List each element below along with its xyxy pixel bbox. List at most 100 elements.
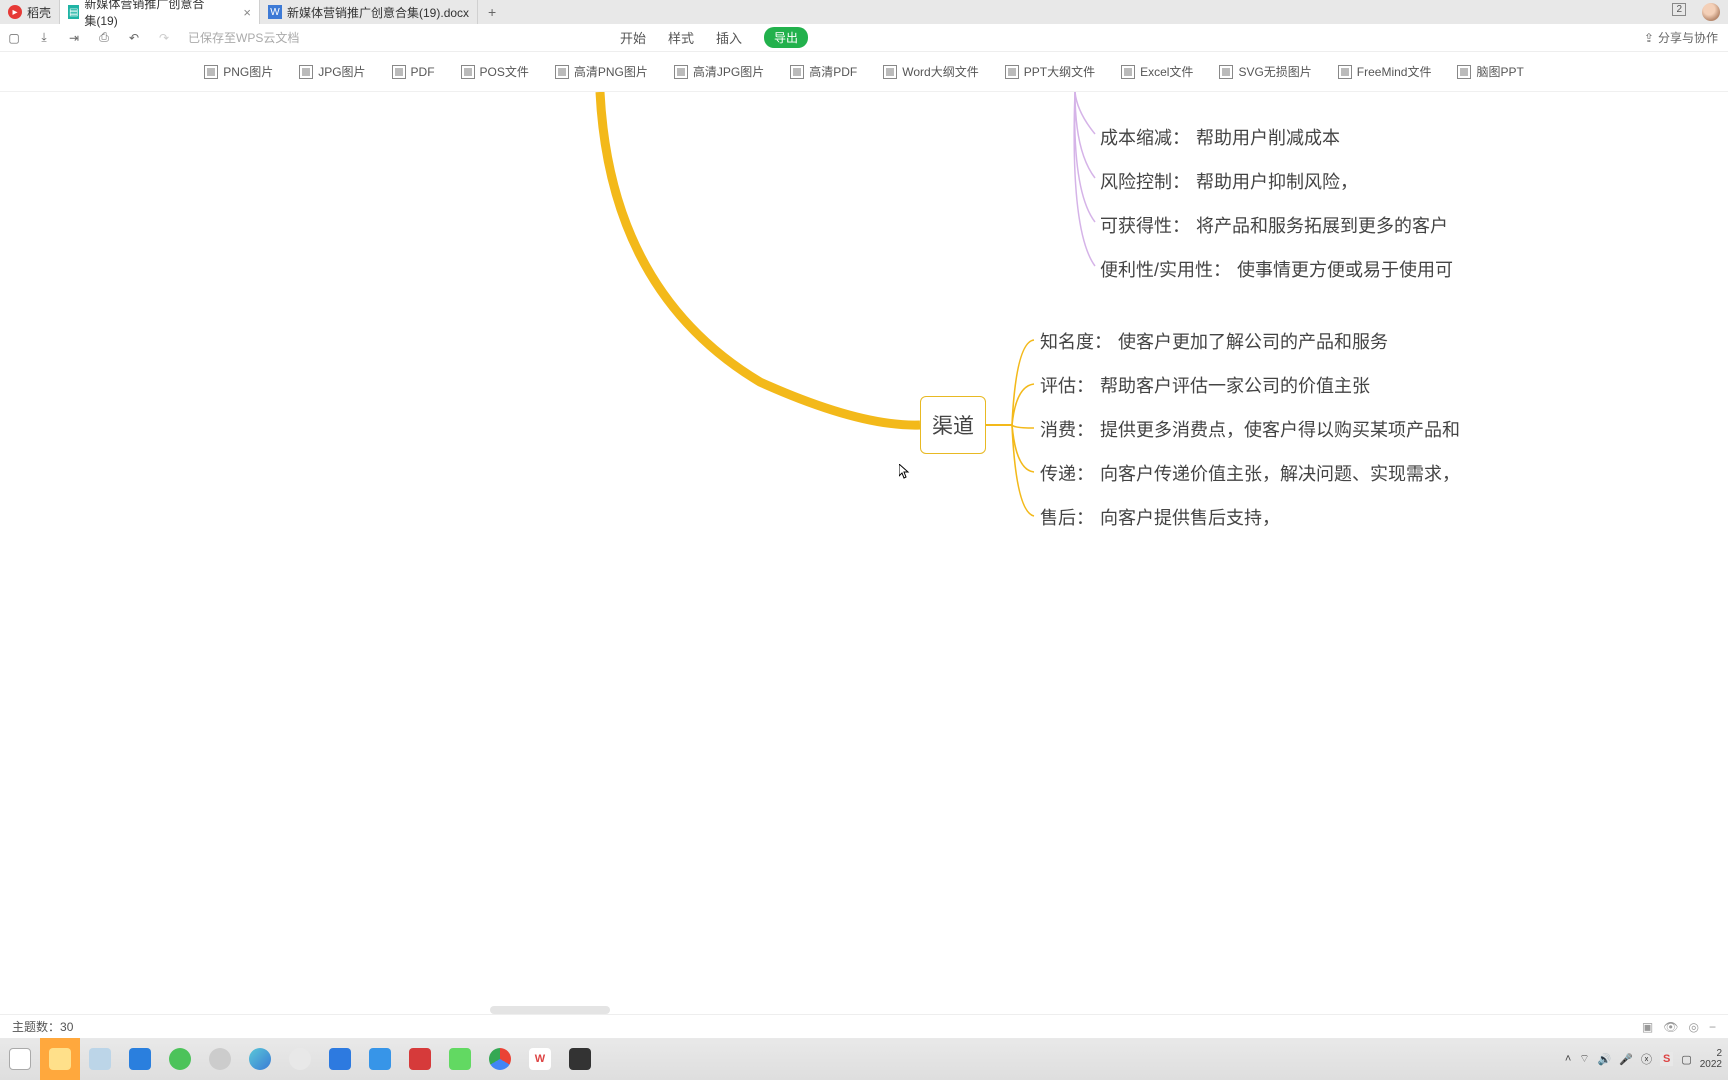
pdf-icon	[392, 65, 406, 79]
close-icon[interactable]: ×	[243, 5, 251, 20]
leaf-label: 售后：	[1040, 508, 1094, 528]
app-green-button[interactable]	[160, 1038, 200, 1080]
format-mindppt[interactable]: 脑图PPT	[1457, 63, 1523, 80]
leaf-awareness[interactable]: 知名度：使客户更加了解公司的产品和服务	[1040, 328, 1388, 354]
app-dark-button[interactable]	[560, 1038, 600, 1080]
tray-notify-icon[interactable]: ▢	[1681, 1053, 1691, 1066]
app-blue-button[interactable]	[120, 1038, 160, 1080]
leaf-evaluation[interactable]: 评估：帮助客户评估一家公司的价值主张	[1040, 372, 1370, 398]
leaf-purchase[interactable]: 消费：提供更多消费点，使客户得以购买某项产品和	[1040, 416, 1460, 442]
format-pdf[interactable]: PDF	[392, 65, 435, 79]
focus-icon[interactable]: ▣	[1642, 1020, 1653, 1034]
app-video-button[interactable]	[360, 1038, 400, 1080]
leaf-label: 可获得性：	[1100, 216, 1190, 236]
format-label: Word大纲文件	[902, 63, 978, 80]
toolbar-actions: ▢ ⤓ ⇥ ⎙ ↶ ↷	[0, 30, 172, 46]
hdjpg-icon	[674, 65, 688, 79]
tray-volume-icon[interactable]: 🔊	[1598, 1053, 1612, 1066]
format-hdpng[interactable]: 高清PNG图片	[555, 63, 648, 80]
mindmap-canvas[interactable]: 渠道 成本缩减：帮助用户削减成本 风险控制：帮助用户抑制风险， 可获得性： 将产品…	[0, 92, 1728, 1038]
tab-mindmap[interactable]: ▤ 新媒体营销推广创意合集(19) ×	[60, 0, 260, 24]
freemind-icon	[1338, 65, 1352, 79]
ppt-icon	[1005, 65, 1019, 79]
minus-icon[interactable]: −	[1709, 1020, 1716, 1034]
app-globe-button[interactable]	[200, 1038, 240, 1080]
leaf-text: 向客户传递价值主张，解决问题、实现需求，	[1100, 464, 1460, 484]
format-freemind[interactable]: FreeMind文件	[1338, 63, 1432, 80]
download-icon[interactable]: ⤓	[36, 30, 52, 46]
eye-icon[interactable]: 👁	[1663, 1020, 1678, 1034]
leaf-convenience[interactable]: 便利性/实用性：使事情更方便或易于使用可	[1100, 256, 1453, 282]
notification-badge[interactable]: 2	[1672, 3, 1686, 16]
photos-button[interactable]	[80, 1038, 120, 1080]
app-red-button[interactable]	[400, 1038, 440, 1080]
app-meeting-button[interactable]	[320, 1038, 360, 1080]
format-word[interactable]: Word大纲文件	[883, 63, 978, 80]
system-tray: ˄ ⌔ 🔊 🎤 ⓧ S ▢ 2 2022	[1565, 1048, 1722, 1070]
share-button[interactable]: ⇪ 分享与协作	[1644, 29, 1718, 46]
node-label: 渠道	[932, 410, 974, 440]
share-label: 分享与协作	[1658, 29, 1718, 46]
taskview-button[interactable]	[0, 1038, 40, 1080]
wps-button[interactable]: W	[520, 1038, 560, 1080]
tray-ime-icon[interactable]: S	[1660, 1052, 1673, 1066]
tray-hour: 2	[1700, 1048, 1722, 1059]
format-ppt[interactable]: PPT大纲文件	[1005, 63, 1095, 80]
format-label: POS文件	[480, 63, 529, 80]
leaf-aftersales[interactable]: 售后：向客户提供售后支持，	[1040, 504, 1280, 530]
avatar[interactable]	[1702, 3, 1720, 21]
tab-docx[interactable]: W 新媒体营销推广创意合集(19).docx	[260, 0, 478, 24]
windows-taskbar: W ˄ ⌔ 🔊 🎤 ⓧ S ▢ 2 2022	[0, 1038, 1728, 1080]
format-label: PNG图片	[223, 63, 273, 80]
leaf-risk-control[interactable]: 风险控制：帮助用户抑制风险，	[1100, 168, 1358, 194]
tab-daoké[interactable]: ▸ 稻壳	[0, 0, 60, 24]
add-tab-button[interactable]: +	[478, 4, 506, 20]
tray-chevron-up-icon[interactable]: ˄	[1565, 1053, 1571, 1065]
save-icon[interactable]: ▢	[6, 30, 22, 46]
leaf-text: 帮助用户抑制风险，	[1196, 172, 1358, 192]
tray-clock[interactable]: 2 2022	[1700, 1048, 1722, 1070]
topic-count: 主题数：30	[12, 1018, 73, 1035]
format-label: 高清JPG图片	[693, 63, 764, 80]
leaf-cost-reduction[interactable]: 成本缩减：帮助用户削减成本	[1100, 124, 1340, 150]
leaf-delivery[interactable]: 传递：向客户传递价值主张，解决问题、实现需求，	[1040, 460, 1460, 486]
format-label: FreeMind文件	[1357, 63, 1432, 80]
format-jpg[interactable]: JPG图片	[299, 63, 365, 80]
format-svg[interactable]: SVG无损图片	[1219, 63, 1311, 80]
hdpdf-icon	[790, 65, 804, 79]
leaf-text: 将产品和服务拓展到更多的客户	[1196, 216, 1448, 236]
explorer-button[interactable]	[40, 1038, 80, 1080]
format-label: 高清PNG图片	[574, 63, 648, 80]
node-channel[interactable]: 渠道	[920, 396, 986, 454]
leaf-availability[interactable]: 可获得性： 将产品和服务拓展到更多的客户	[1100, 212, 1448, 238]
redo-icon[interactable]: ↷	[156, 30, 172, 46]
export-icon[interactable]: ⇥	[66, 30, 82, 46]
undo-icon[interactable]: ↶	[126, 30, 142, 46]
format-png[interactable]: PNG图片	[204, 63, 273, 80]
format-hdpdf[interactable]: 高清PDF	[790, 63, 857, 80]
format-hdjpg[interactable]: 高清JPG图片	[674, 63, 764, 80]
menu-insert[interactable]: 插入	[716, 28, 742, 47]
format-pos[interactable]: POS文件	[461, 63, 529, 80]
horizontal-scrollbar[interactable]	[490, 1006, 610, 1014]
share-icon: ⇪	[1644, 31, 1654, 45]
format-brush-icon[interactable]: ⎙	[96, 30, 112, 46]
tray-mic-icon[interactable]: 🎤	[1619, 1053, 1633, 1066]
tray-close-icon[interactable]: ⓧ	[1641, 1051, 1652, 1067]
menu-start[interactable]: 开始	[620, 28, 646, 47]
format-excel[interactable]: Excel文件	[1121, 63, 1193, 80]
save-status: 已保存至WPS云文档	[188, 29, 299, 46]
format-label: SVG无损图片	[1238, 63, 1311, 80]
hdpng-icon	[555, 65, 569, 79]
target-icon[interactable]: ◎	[1689, 1020, 1699, 1034]
wechat-button[interactable]	[440, 1038, 480, 1080]
format-label: PPT大纲文件	[1024, 63, 1095, 80]
menu-export[interactable]: 导出	[764, 27, 808, 48]
chrome-button[interactable]	[480, 1038, 520, 1080]
tray-wifi-icon[interactable]: ⌔	[1579, 1052, 1589, 1066]
app-cloud-button[interactable]	[280, 1038, 320, 1080]
jpg-icon	[299, 65, 313, 79]
app-swirl-button[interactable]	[240, 1038, 280, 1080]
leaf-text: 帮助客户评估一家公司的价值主张	[1100, 376, 1370, 396]
menu-style[interactable]: 样式	[668, 28, 694, 47]
